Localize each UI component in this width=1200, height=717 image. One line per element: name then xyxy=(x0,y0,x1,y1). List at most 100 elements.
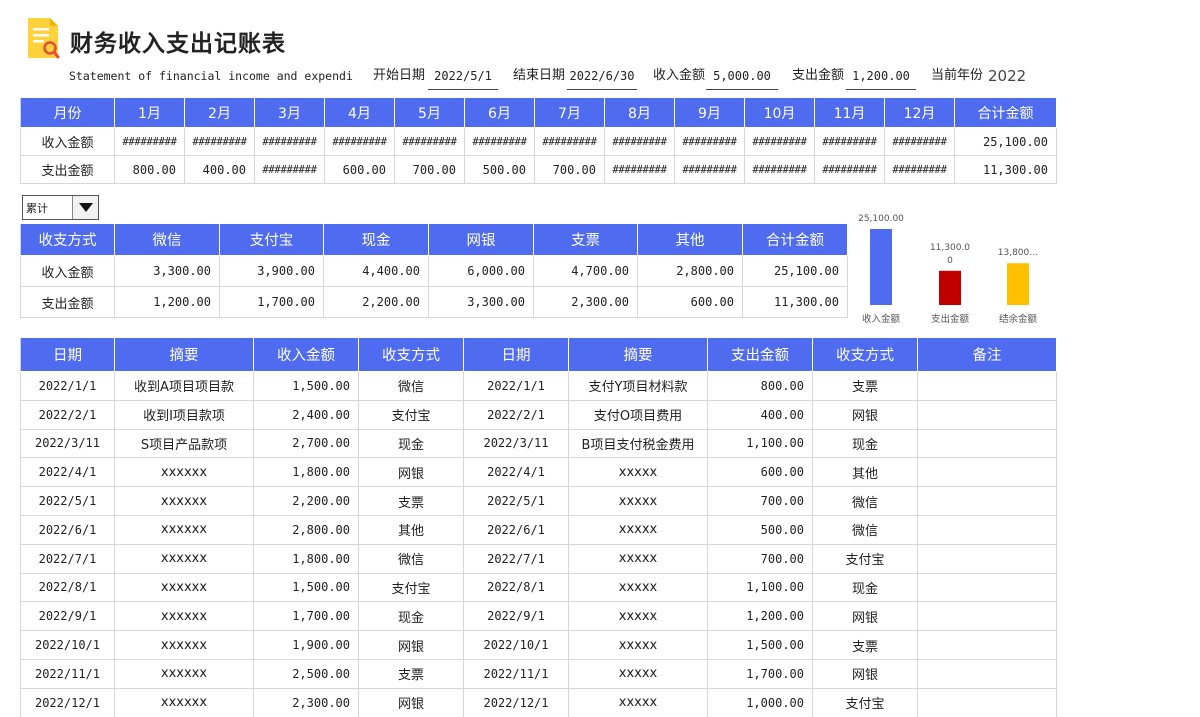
income-amount-cell[interactable]: 2,500.00 xyxy=(253,658,359,689)
income-amount-cell[interactable]: 1,500.00 xyxy=(253,572,359,603)
remark-cell[interactable] xyxy=(917,399,1057,430)
summary-cell[interactable]: xxxxxx xyxy=(114,486,254,516)
table-cell[interactable]: 6,000.00 xyxy=(428,255,534,287)
date-cell[interactable]: 2022/6/1 xyxy=(20,514,115,545)
start-date-field[interactable]: 2022/5/1 xyxy=(428,64,498,90)
table-cell[interactable]: 1,200.00 xyxy=(114,286,220,318)
expense-amount-cell[interactable]: 600.00 xyxy=(707,457,813,488)
summary-cell[interactable]: xxxxxx xyxy=(114,687,254,717)
remark-cell[interactable] xyxy=(917,601,1057,632)
payment-method-cell[interactable]: 支票 xyxy=(358,486,464,516)
remark-cell[interactable] xyxy=(917,514,1057,545)
payment-method-cell[interactable]: 支付宝 xyxy=(358,399,464,430)
date-cell[interactable]: 2022/2/1 xyxy=(463,399,569,430)
summary-cell[interactable]: xxxxx xyxy=(568,514,708,545)
table-cell[interactable]: 700.00 xyxy=(534,155,605,184)
expense-amount-cell[interactable]: 1,700.00 xyxy=(707,658,813,689)
remark-cell[interactable] xyxy=(917,486,1057,516)
payment-method-cell[interactable]: 支票 xyxy=(812,630,918,660)
date-cell[interactable]: 2022/12/1 xyxy=(463,687,569,717)
total-cell[interactable]: 25,100.00 xyxy=(954,127,1057,156)
table-cell[interactable]: ######### xyxy=(114,127,185,156)
payment-method-cell[interactable]: 支票 xyxy=(358,658,464,689)
summary-cell[interactable]: xxxxxx xyxy=(114,457,254,488)
payment-method-cell[interactable]: 微信 xyxy=(358,543,464,574)
remark-cell[interactable] xyxy=(917,428,1057,459)
summary-cell[interactable]: xxxxxx xyxy=(114,630,254,660)
expense-amount-cell[interactable]: 1,500.00 xyxy=(707,630,813,660)
expense-amount-cell[interactable]: 700.00 xyxy=(707,543,813,574)
date-cell[interactable]: 2022/8/1 xyxy=(20,572,115,603)
summary-cell[interactable]: 支付Y项目材料款 xyxy=(568,371,708,401)
payment-method-cell[interactable]: 网银 xyxy=(812,601,918,632)
income-amount-field[interactable]: 5,000.00 xyxy=(706,64,778,90)
income-amount-cell[interactable]: 2,200.00 xyxy=(253,486,359,516)
payment-method-cell[interactable]: 支付宝 xyxy=(812,543,918,574)
remark-cell[interactable] xyxy=(917,630,1057,660)
table-cell[interactable]: 400.00 xyxy=(184,155,255,184)
table-cell[interactable]: 4,700.00 xyxy=(533,255,638,287)
summary-cell[interactable]: 收到I项目款项 xyxy=(114,399,254,430)
income-amount-cell[interactable]: 2,400.00 xyxy=(253,399,359,430)
table-cell[interactable]: ######### xyxy=(534,127,605,156)
income-amount-cell[interactable]: 2,700.00 xyxy=(253,428,359,459)
table-cell[interactable]: ######### xyxy=(394,127,465,156)
summary-cell[interactable]: xxxxxx xyxy=(114,572,254,603)
date-cell[interactable]: 2022/7/1 xyxy=(20,543,115,574)
remark-cell[interactable] xyxy=(917,572,1057,603)
remark-cell[interactable] xyxy=(917,658,1057,689)
table-cell[interactable]: ######### xyxy=(884,155,955,184)
summary-cell[interactable]: xxxxx xyxy=(568,543,708,574)
payment-method-cell[interactable]: 现金 xyxy=(812,572,918,603)
table-cell[interactable]: 600.00 xyxy=(637,286,743,318)
payment-method-cell[interactable]: 微信 xyxy=(812,486,918,516)
expense-amount-cell[interactable]: 400.00 xyxy=(707,399,813,430)
payment-method-cell[interactable]: 其他 xyxy=(358,514,464,545)
summary-cell[interactable]: 收到A项目项目款 xyxy=(114,371,254,401)
summary-cell[interactable]: S项目产品款项 xyxy=(114,428,254,459)
table-cell[interactable]: 2,300.00 xyxy=(533,286,638,318)
income-amount-cell[interactable]: 1,700.00 xyxy=(253,601,359,632)
remark-cell[interactable] xyxy=(917,371,1057,401)
expense-amount-cell[interactable]: 1,000.00 xyxy=(707,687,813,717)
table-cell[interactable]: ######### xyxy=(814,127,885,156)
expense-amount-cell[interactable]: 800.00 xyxy=(707,371,813,401)
summary-cell[interactable]: xxxxxx xyxy=(114,601,254,632)
payment-method-cell[interactable]: 现金 xyxy=(812,428,918,459)
expense-amount-field[interactable]: 1,200.00 xyxy=(846,64,916,90)
payment-method-cell[interactable]: 微信 xyxy=(812,514,918,545)
payment-method-cell[interactable]: 现金 xyxy=(358,428,464,459)
date-cell[interactable]: 2022/5/1 xyxy=(463,486,569,516)
table-cell[interactable]: ######### xyxy=(674,127,745,156)
payment-method-cell[interactable]: 微信 xyxy=(358,371,464,401)
table-cell[interactable]: 2,800.00 xyxy=(637,255,743,287)
table-cell[interactable]: 600.00 xyxy=(324,155,395,184)
date-cell[interactable]: 2022/2/1 xyxy=(20,399,115,430)
remark-cell[interactable] xyxy=(917,543,1057,574)
date-cell[interactable]: 2022/6/1 xyxy=(463,514,569,545)
summary-cell[interactable]: xxxxx xyxy=(568,601,708,632)
date-cell[interactable]: 2022/11/1 xyxy=(20,658,115,689)
date-cell[interactable]: 2022/9/1 xyxy=(463,601,569,632)
date-cell[interactable]: 2022/4/1 xyxy=(20,457,115,488)
table-cell[interactable]: 3,300.00 xyxy=(428,286,534,318)
remark-cell[interactable] xyxy=(917,457,1057,488)
table-cell[interactable]: ######### xyxy=(604,127,675,156)
total-cell[interactable]: 25,100.00 xyxy=(742,255,848,287)
table-cell[interactable]: 2,200.00 xyxy=(323,286,429,318)
payment-method-cell[interactable]: 支付宝 xyxy=(358,572,464,603)
table-cell[interactable]: 700.00 xyxy=(394,155,465,184)
summary-cell[interactable]: xxxxx xyxy=(568,658,708,689)
summary-cell[interactable]: xxxxx xyxy=(568,572,708,603)
table-cell[interactable]: 3,900.00 xyxy=(219,255,324,287)
payment-method-cell[interactable]: 支票 xyxy=(812,371,918,401)
date-cell[interactable]: 2022/12/1 xyxy=(20,687,115,717)
dropdown-button[interactable] xyxy=(72,196,98,219)
table-cell[interactable]: ######### xyxy=(744,127,815,156)
summary-cell[interactable]: xxxxx xyxy=(568,630,708,660)
income-amount-cell[interactable]: 1,500.00 xyxy=(253,371,359,401)
date-cell[interactable]: 2022/8/1 xyxy=(463,572,569,603)
table-cell[interactable]: 800.00 xyxy=(114,155,185,184)
remark-cell[interactable] xyxy=(917,687,1057,717)
table-cell[interactable]: ######### xyxy=(674,155,745,184)
